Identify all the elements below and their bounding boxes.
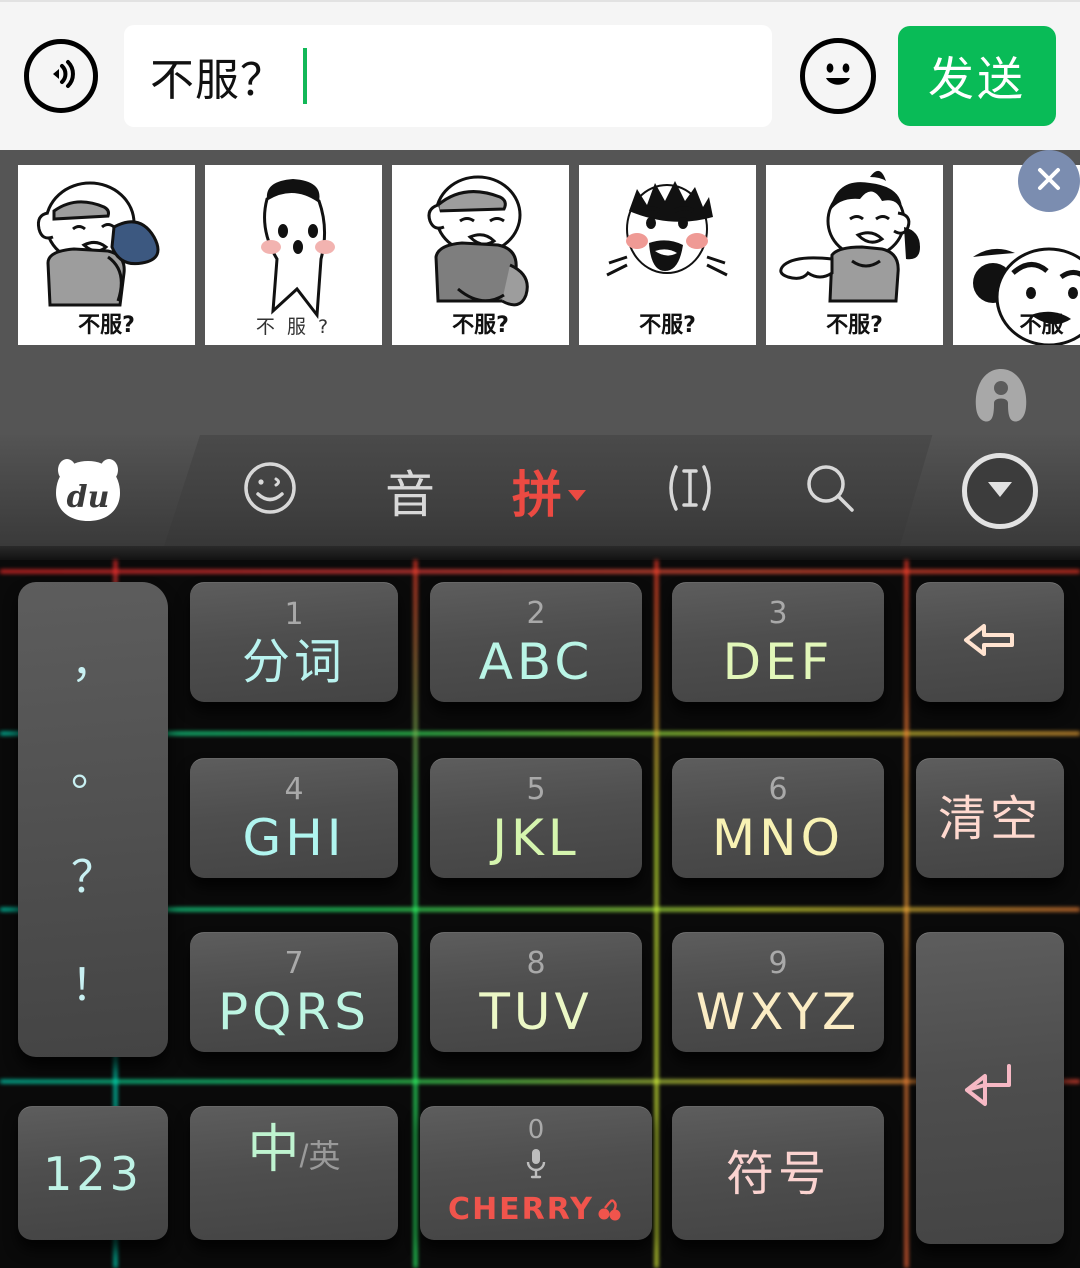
- key-enter[interactable]: [916, 932, 1064, 1244]
- voice-wave-icon: [39, 52, 83, 101]
- chevron-down-icon: [985, 478, 1015, 505]
- cursor-edit-icon: [658, 459, 722, 522]
- sticker-caption: 不服: [1019, 313, 1064, 338]
- key-3-def[interactable]: 3 DEF: [672, 582, 884, 702]
- punct-question: ？: [71, 852, 115, 904]
- sticker-caption: 不 服 ?: [255, 316, 332, 338]
- key-language-toggle[interactable]: 中 / 英: [190, 1106, 398, 1240]
- key-number: 7: [284, 945, 304, 981]
- key-label: TUV: [479, 982, 593, 1041]
- key-number: 5: [526, 771, 546, 807]
- symbols-key-label: 符号: [725, 1145, 830, 1202]
- punct-exclaim: ！: [71, 960, 115, 1012]
- sticker-caption: 不服?: [639, 313, 696, 338]
- key-8-tuv[interactable]: 8 TUV: [430, 932, 642, 1052]
- key-clear[interactable]: 清空: [916, 758, 1064, 878]
- cherry-brand-label: CHERRY: [448, 1192, 594, 1227]
- svg-text:du: du: [67, 480, 110, 515]
- pinyin-mode-label: 拼: [512, 465, 562, 524]
- key-1-fenci[interactable]: 1 分词: [190, 582, 398, 702]
- punct-comma: ，: [71, 636, 115, 688]
- enter-return-icon: [959, 1062, 1021, 1115]
- send-button-label: 发送: [928, 53, 1026, 105]
- key-symbols[interactable]: 符号: [672, 1106, 884, 1240]
- numeric-key-label: 123: [43, 1146, 143, 1201]
- toolbar-items: 音 拼: [200, 435, 900, 546]
- key-backspace[interactable]: [916, 582, 1064, 702]
- punct-period: 。: [71, 744, 115, 796]
- key-9-wxyz[interactable]: 9 WXYZ: [672, 932, 884, 1052]
- key-7-pqrs[interactable]: 7 PQRS: [190, 932, 398, 1052]
- key-6-mno[interactable]: 6 MNO: [672, 758, 884, 878]
- space-brand-logo: CHERRY: [448, 1192, 624, 1227]
- toolbar-cursor-edit-button[interactable]: [630, 435, 750, 546]
- key-number: 9: [768, 945, 788, 981]
- keyboard-toolbar: du 音 拼: [0, 435, 1080, 560]
- key-number: 1: [284, 596, 304, 632]
- sticker-caption: 不服?: [452, 313, 509, 338]
- close-sticker-strip-button[interactable]: [1018, 150, 1080, 212]
- message-input-bar: 不服？ 发送: [0, 0, 1080, 150]
- sticker-suggestion-strip: 不服? 不 服 ? 不服? 不服? 不服? 不服: [0, 150, 1080, 435]
- microphone-icon: [523, 1147, 549, 1186]
- key-123-numeric[interactable]: 123: [18, 1106, 168, 1240]
- close-icon: [1032, 162, 1066, 201]
- key-grid: ， 。 ？ ！ 1 分词 2 ABC 3 DEF 4 GHI 5 JKL 6 M…: [0, 560, 1080, 1268]
- emoji-icon: [240, 458, 300, 523]
- key-label: DEF: [722, 632, 834, 691]
- sticker-item[interactable]: 不服?: [766, 165, 943, 345]
- key-label: ABC: [478, 632, 594, 691]
- lang-separator: /: [299, 1138, 309, 1174]
- lang-en-label: 英: [308, 1138, 341, 1174]
- key-number: 6: [768, 771, 788, 807]
- space-key-number: 0: [527, 1115, 545, 1145]
- clear-key-label: 清空: [937, 790, 1042, 847]
- toolbar-voice-button[interactable]: 音: [350, 435, 470, 546]
- key-label: MNO: [712, 808, 844, 867]
- voice-input-label: 音: [385, 465, 435, 524]
- toolbar-pinyin-mode-button[interactable]: 拼: [490, 435, 610, 546]
- search-icon: [800, 458, 860, 523]
- app-watermark-icon: [970, 367, 1032, 425]
- key-label: WXYZ: [695, 982, 861, 1041]
- cherry-fruit-icon: [598, 1198, 621, 1220]
- key-number: 4: [284, 771, 304, 807]
- sticker-item[interactable]: 不服?: [579, 165, 756, 345]
- backspace-arrow-icon: [960, 618, 1020, 667]
- sticker-caption: 不服?: [78, 313, 135, 338]
- input-text-value: 不服？: [150, 56, 285, 105]
- send-button[interactable]: 发送: [898, 26, 1056, 126]
- baidu-du-logo-icon[interactable]: du: [50, 457, 126, 525]
- key-number: 2: [526, 595, 546, 631]
- key-label: 分词: [241, 633, 346, 690]
- toolbar-search-button[interactable]: [770, 435, 890, 546]
- sticker-caption: 不服?: [826, 313, 883, 338]
- baidu-ime-keyboard: du 音 拼 ， 。 ？ ！ 1 分词 2 ABC 3 DEF 4 GHI 5 …: [0, 435, 1080, 1268]
- text-caret: [303, 48, 307, 104]
- key-label: PQRS: [218, 982, 370, 1041]
- sticker-item[interactable]: 不服?: [18, 165, 195, 345]
- key-space[interactable]: 0 CHERRY: [420, 1106, 652, 1240]
- key-4-ghi[interactable]: 4 GHI: [190, 758, 398, 878]
- smiley-face-icon: [813, 49, 863, 104]
- sticker-item[interactable]: 不 服 ?: [205, 165, 382, 345]
- collapse-keyboard-button[interactable]: [962, 453, 1038, 529]
- key-number: 3: [768, 595, 788, 631]
- lang-cn-label: 中: [247, 1121, 300, 1179]
- emoji-picker-button[interactable]: [800, 38, 876, 114]
- toolbar-emoji-button[interactable]: [210, 435, 330, 546]
- sticker-list[interactable]: 不服? 不 服 ? 不服? 不服? 不服? 不服: [0, 165, 1080, 345]
- voice-input-button[interactable]: [24, 39, 98, 113]
- key-5-jkl[interactable]: 5 JKL: [430, 758, 642, 878]
- key-2-abc[interactable]: 2 ABC: [430, 582, 642, 702]
- sticker-item[interactable]: 不服?: [392, 165, 569, 345]
- key-label: JKL: [492, 808, 580, 867]
- key-label: GHI: [242, 808, 346, 867]
- key-number: 8: [526, 945, 546, 981]
- chevron-down-icon: [566, 487, 588, 508]
- punctuation-key[interactable]: ， 。 ？ ！: [18, 582, 168, 1057]
- message-text-input[interactable]: 不服？: [124, 25, 772, 127]
